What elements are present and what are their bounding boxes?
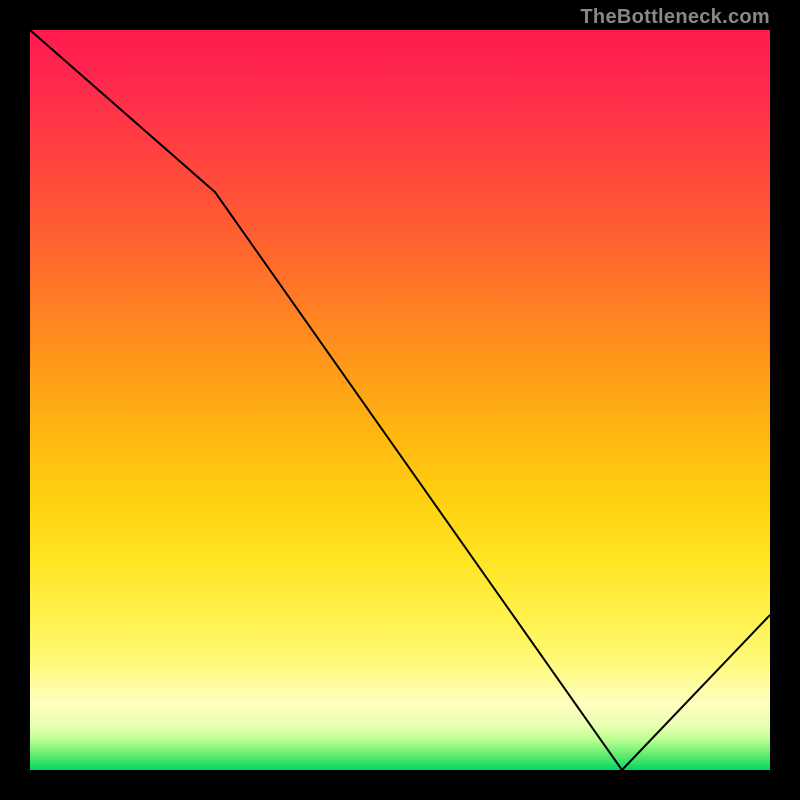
bottleneck-curve	[30, 30, 770, 770]
chart-container: TheBottleneck.com	[0, 0, 800, 800]
attribution-text: TheBottleneck.com	[580, 6, 770, 29]
plot-area	[30, 30, 770, 770]
